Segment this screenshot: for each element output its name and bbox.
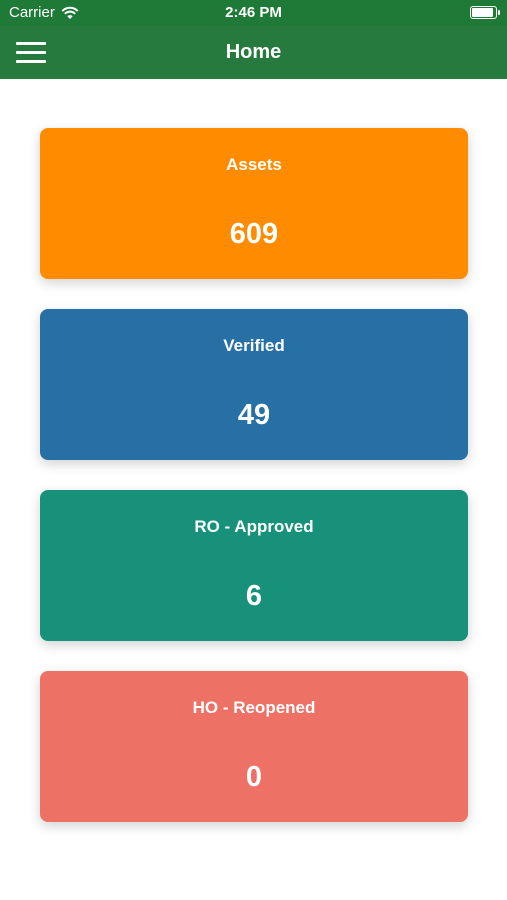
card-value: 49 [237,399,271,431]
assets-card[interactable]: Assets 609 [40,128,468,279]
card-label: Verified [223,336,285,355]
status-bar: Carrier 2:46 PM [0,0,507,26]
card-label: Assets [226,155,282,174]
card-value: 6 [245,580,263,612]
card-value: 0 [245,761,263,793]
status-time: 2:46 PM [225,4,282,21]
card-value: 609 [229,218,279,250]
battery-level [472,8,493,17]
ro-approved-card[interactable]: RO - Approved 6 [40,490,468,641]
battery-icon [470,6,500,19]
card-label: RO - Approved [194,517,314,536]
card-label: HO - Reopened [192,698,316,717]
verified-card[interactable]: Verified 49 [40,309,468,460]
page-title: Home [225,41,282,63]
ho-reopened-card[interactable]: HO - Reopened 0 [40,671,468,822]
nav-bar: Home [0,26,507,79]
